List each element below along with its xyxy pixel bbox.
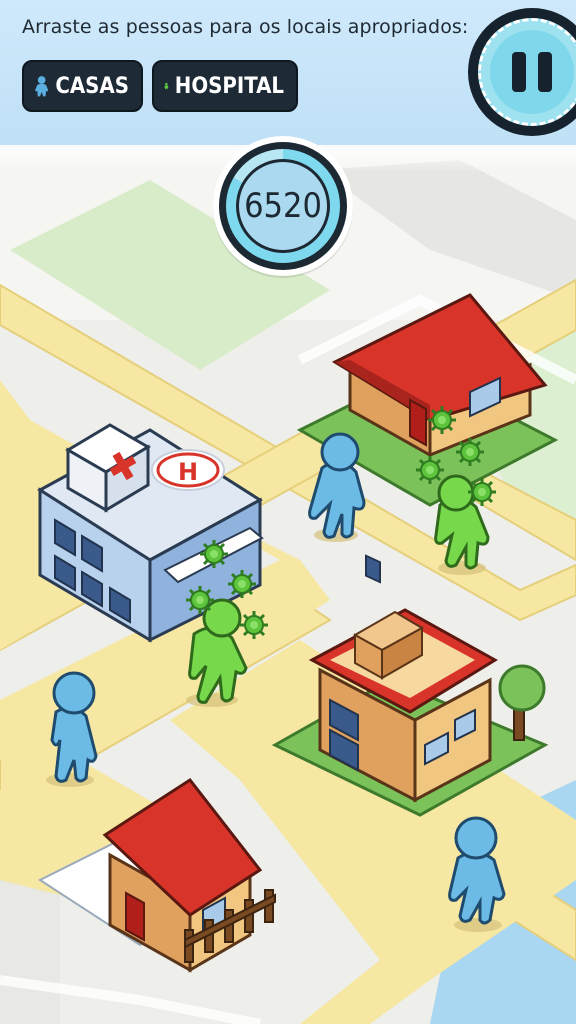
legend-casas-label: CASAS (55, 73, 129, 99)
legend-casas: CASAS (22, 60, 143, 112)
instruction-text: Arraste as pessoas para os locais apropr… (22, 16, 469, 38)
svg-text:H: H (178, 458, 198, 486)
score-display: 6520 (213, 136, 353, 276)
blue-person-icon (35, 76, 49, 97)
score-value: 6520 (236, 159, 330, 253)
legend-hospital: HOSPITAL (152, 60, 298, 112)
pause-icon (490, 30, 574, 114)
legend-hospital-label: HOSPITAL (174, 73, 284, 99)
green-person-icon (164, 82, 169, 90)
